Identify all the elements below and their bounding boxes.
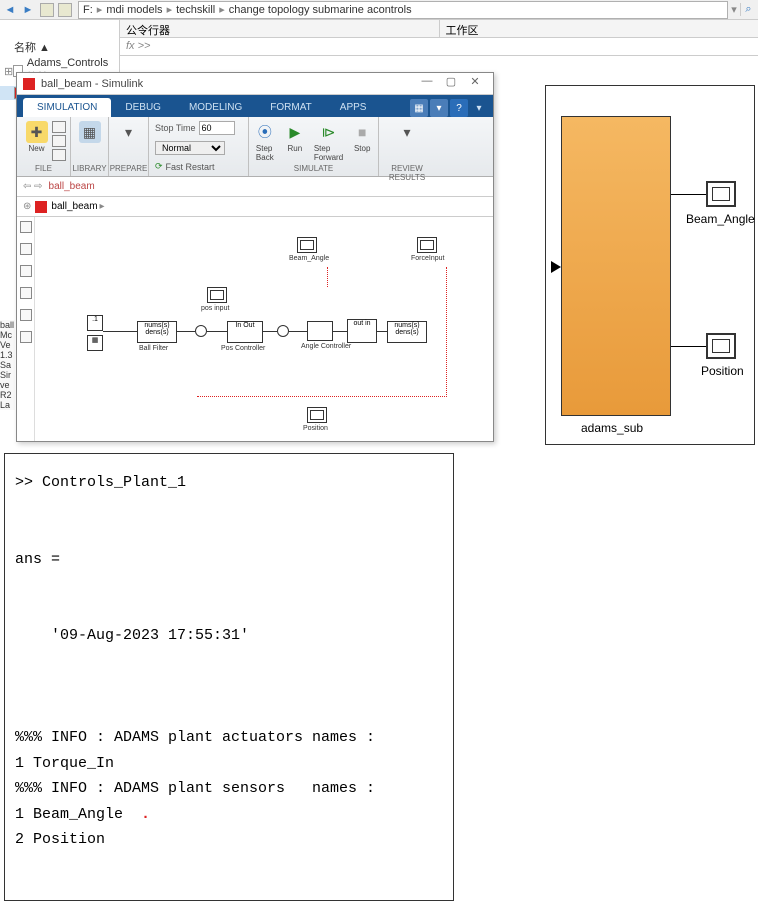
tab-debug[interactable]: DEBUG xyxy=(111,98,175,117)
back-arrow-icon[interactable]: ◄ xyxy=(2,2,18,18)
console-line: '09-Aug-2023 17:55:31' xyxy=(15,627,249,644)
canvas-side-toolbar xyxy=(17,217,35,441)
top-toolbar: ◄ ► F:▸ mdi models▸ techskill▸ change to… xyxy=(0,0,758,20)
scope-position[interactable] xyxy=(706,333,736,359)
step-back-button[interactable]: ⦿Step Back xyxy=(254,121,276,162)
gallery-icon[interactable]: ▾ xyxy=(430,99,448,117)
close-button[interactable]: ✕ xyxy=(463,75,487,93)
tool-icon[interactable] xyxy=(20,243,32,255)
scope-beam-angle[interactable] xyxy=(297,237,317,253)
open-icon[interactable] xyxy=(52,121,66,133)
ribbon-toolbar: ✚ New FILE ▦ LIBRARY ▾ PREPARE xyxy=(17,117,493,177)
console-line: 1 Torque_In xyxy=(15,755,114,772)
search-icon[interactable]: ⌕ xyxy=(740,3,756,16)
console-line: >> Controls_Plant_1 xyxy=(15,474,186,491)
tab-modeling[interactable]: MODELING xyxy=(175,98,256,117)
command-window-header: 公令行器 xyxy=(120,20,440,37)
tool-icon[interactable] xyxy=(20,309,32,321)
feedback-line xyxy=(327,267,328,287)
help-icon[interactable]: ? xyxy=(450,99,468,117)
model-icon xyxy=(35,201,47,213)
block-label: Position xyxy=(303,425,328,432)
subsystem-label: adams_sub xyxy=(581,421,643,435)
zoom-fit-icon[interactable] xyxy=(20,221,32,233)
simulink-app-icon xyxy=(23,78,35,90)
model-name[interactable]: ball_beam xyxy=(49,181,95,192)
file-explorer: 名称 ▲ ⊞ Adams_Controls等控… ball_beam.slx xyxy=(0,20,120,80)
breadcrumb-part[interactable]: change topology submarine acontrols xyxy=(229,4,412,16)
folder-up-icon[interactable] xyxy=(58,3,72,17)
feedback-line xyxy=(197,267,447,397)
run-button[interactable]: ▶Run xyxy=(284,121,306,162)
cursor-marker-icon: . xyxy=(141,806,150,823)
console-line: %%% INFO : ADAMS plant actuators names : xyxy=(15,729,375,746)
prepare-button[interactable]: ▾ xyxy=(118,121,140,143)
port-label-position: Position xyxy=(701,364,744,378)
save-icon[interactable]: ▦ xyxy=(410,99,428,117)
minimize-button[interactable]: — xyxy=(415,75,439,93)
breadcrumb-part[interactable]: techskill xyxy=(176,4,215,16)
scope-position[interactable] xyxy=(307,407,327,423)
breadcrumb-part[interactable]: F: xyxy=(83,4,93,16)
ball-filter-block[interactable]: nums(s) dens(s) xyxy=(137,321,177,343)
signal-wire xyxy=(671,194,706,195)
signal-wire xyxy=(671,346,706,347)
tool-icon[interactable] xyxy=(20,265,32,277)
breadcrumb-part[interactable]: mdi models xyxy=(106,4,162,16)
sim-mode-select[interactable]: Normal xyxy=(155,141,225,155)
ribbon-tabs: SIMULATION DEBUG MODELING FORMAT APPS ▦ … xyxy=(17,95,493,117)
maximize-button[interactable]: ▢ xyxy=(439,75,463,93)
simulink-window: ball_beam - Simulink — ▢ ✕ SIMULATION DE… xyxy=(16,72,494,442)
scope-beam-angle[interactable] xyxy=(706,181,736,207)
new-button[interactable]: ✚ New xyxy=(26,121,48,159)
stop-time-label: Stop Time xyxy=(155,123,196,133)
block-label: Beam_Angle xyxy=(289,255,329,262)
breadcrumb[interactable]: F:▸ mdi models▸ techskill▸ change topolo… xyxy=(78,1,728,19)
tool-icon[interactable] xyxy=(20,287,32,299)
console-line: 1 Beam_Angle xyxy=(15,806,123,823)
source-block[interactable]: ▦ xyxy=(87,335,103,351)
workspace-header: 工作区 xyxy=(440,20,758,37)
name-col-label: 名称 ▲ xyxy=(14,39,50,55)
tool-icon[interactable] xyxy=(20,331,32,343)
stop-time-input[interactable] xyxy=(199,121,235,135)
step-forward-button[interactable]: ⧐Step Forward xyxy=(314,121,343,162)
forward-arrow-icon[interactable]: ► xyxy=(20,2,36,18)
fx-prompt[interactable]: fx >> xyxy=(120,38,758,56)
menu-icon[interactable]: ▾ xyxy=(470,99,488,117)
block-label: Ball Filter xyxy=(139,345,168,352)
review-results-button[interactable]: ▾ xyxy=(396,121,418,143)
adams-sub-block[interactable] xyxy=(561,116,671,416)
tab-simulation[interactable]: SIMULATION xyxy=(23,98,111,117)
print-icon[interactable] xyxy=(52,149,66,161)
tab-format[interactable]: FORMAT xyxy=(256,98,325,117)
window-titlebar: ball_beam - Simulink — ▢ ✕ xyxy=(17,73,493,95)
console-line: ans = xyxy=(15,551,60,568)
constant-block[interactable]: .1 xyxy=(87,315,103,331)
console-line: %%% INFO : ADAMS plant sensors names : xyxy=(15,780,375,797)
stop-button[interactable]: ■Stop xyxy=(351,121,373,162)
tab-apps[interactable]: APPS xyxy=(326,98,381,117)
fx-header: 公令行器 工作区 xyxy=(120,20,758,38)
column-header-name[interactable]: 名称 ▲ xyxy=(0,38,119,56)
matlab-console[interactable]: >> Controls_Plant_1 ans = '09-Aug-2023 1… xyxy=(4,453,454,901)
port-label-beam-angle: Beam_Angle xyxy=(686,212,755,226)
model-crumb[interactable]: ball_beam xyxy=(51,201,97,212)
console-line: 2 Position xyxy=(15,831,105,848)
simulink-canvas[interactable]: Beam_Angle ForceInput pos input .1 ▦ num… xyxy=(17,217,493,441)
save-file-icon[interactable] xyxy=(52,135,66,147)
input-port-icon xyxy=(551,261,561,273)
folder-icon[interactable] xyxy=(40,3,54,17)
scope-force-input[interactable] xyxy=(417,237,437,253)
model-crumb-row: ⊛ ball_beam ▸ xyxy=(17,197,493,217)
details-panel: ballMcVe 1.3SaSir veR2La xyxy=(0,320,15,410)
block-label: ForceInput xyxy=(411,255,444,262)
window-title: ball_beam - Simulink xyxy=(41,78,415,90)
library-button[interactable]: ▦ xyxy=(79,121,101,143)
fast-restart-button[interactable]: ⟳Fast Restart xyxy=(155,161,215,172)
subsystem-panel: Beam_Angle Position adams_sub xyxy=(545,85,755,445)
